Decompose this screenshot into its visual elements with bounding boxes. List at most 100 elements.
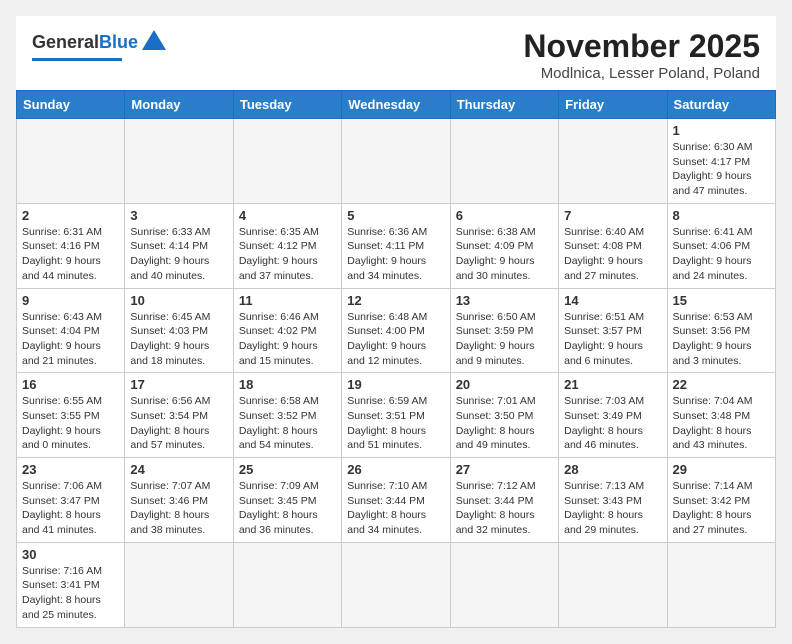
day-info: Sunrise: 6:55 AM Sunset: 3:55 PM Dayligh… bbox=[22, 394, 119, 453]
day-info: Sunrise: 7:07 AM Sunset: 3:46 PM Dayligh… bbox=[130, 479, 227, 538]
calendar-cell: 8Sunrise: 6:41 AM Sunset: 4:06 PM Daylig… bbox=[667, 203, 775, 288]
day-number: 15 bbox=[673, 293, 770, 308]
day-number: 2 bbox=[22, 208, 119, 223]
day-header-monday: Monday bbox=[125, 91, 233, 119]
calendar-cell: 22 Sunrise: 7:04 AM Sunset: 3:48 PM Dayli… bbox=[667, 373, 775, 458]
day-info: Sunrise: 6:38 AM Sunset: 4:09 PM Dayligh… bbox=[456, 225, 553, 284]
day-number: 27 bbox=[456, 462, 553, 477]
calendar-cell bbox=[559, 542, 667, 627]
day-info: Sunrise: 6:46 AM Sunset: 4:02 PM Dayligh… bbox=[239, 310, 336, 369]
calendar-cell: 11Sunrise: 6:46 AM Sunset: 4:02 PM Dayli… bbox=[233, 288, 341, 373]
calendar-cell: 24Sunrise: 7:07 AM Sunset: 3:46 PM Dayli… bbox=[125, 458, 233, 543]
day-number: 19 bbox=[347, 377, 444, 392]
calendar-cell bbox=[17, 119, 125, 204]
calendar-cell bbox=[125, 119, 233, 204]
day-info: Sunrise: 7:14 AM Sunset: 3:42 PM Dayligh… bbox=[673, 479, 770, 538]
day-number: 5 bbox=[347, 208, 444, 223]
day-info: Sunrise: 7:06 AM Sunset: 3:47 PM Dayligh… bbox=[22, 479, 119, 538]
calendar-cell: 3Sunrise: 6:33 AM Sunset: 4:14 PM Daylig… bbox=[125, 203, 233, 288]
calendar-cell: 18 Sunrise: 6:58 AM Sunset: 3:52 PM Dayli… bbox=[233, 373, 341, 458]
calendar-cell: 7Sunrise: 6:40 AM Sunset: 4:08 PM Daylig… bbox=[559, 203, 667, 288]
calendar-cell bbox=[450, 542, 558, 627]
calendar-cell bbox=[342, 542, 450, 627]
calendar-cell bbox=[450, 119, 558, 204]
day-info: Sunrise: 6:58 AM Sunset: 3:52 PM Dayligh… bbox=[239, 394, 336, 453]
calendar-cell: 25 Sunrise: 7:09 AM Sunset: 3:45 PM Dayli… bbox=[233, 458, 341, 543]
calendar-cell bbox=[342, 119, 450, 204]
calendar-cell: 6 Sunrise: 6:38 AM Sunset: 4:09 PM Daylig… bbox=[450, 203, 558, 288]
day-header-wednesday: Wednesday bbox=[342, 91, 450, 119]
calendar-cell: 16Sunrise: 6:55 AM Sunset: 3:55 PM Dayli… bbox=[17, 373, 125, 458]
calendar-page: GeneralBlue November 2025 Modlnica, Less… bbox=[16, 16, 776, 628]
day-number: 4 bbox=[239, 208, 336, 223]
day-header-sunday: Sunday bbox=[17, 91, 125, 119]
day-number: 6 bbox=[456, 208, 553, 223]
calendar-cell: 4 Sunrise: 6:35 AM Sunset: 4:12 PM Daylig… bbox=[233, 203, 341, 288]
day-info: Sunrise: 6:51 AM Sunset: 3:57 PM Dayligh… bbox=[564, 310, 661, 369]
day-number: 12 bbox=[347, 293, 444, 308]
title-block: November 2025 Modlnica, Lesser Poland, P… bbox=[523, 28, 760, 82]
day-info: Sunrise: 6:40 AM Sunset: 4:08 PM Dayligh… bbox=[564, 225, 661, 284]
day-info: Sunrise: 6:50 AM Sunset: 3:59 PM Dayligh… bbox=[456, 310, 553, 369]
day-number: 22 bbox=[673, 377, 770, 392]
calendar-cell bbox=[233, 542, 341, 627]
logo-text: GeneralBlue bbox=[32, 33, 138, 51]
day-info: Sunrise: 7:13 AM Sunset: 3:43 PM Dayligh… bbox=[564, 479, 661, 538]
day-info: Sunrise: 6:45 AM Sunset: 4:03 PM Dayligh… bbox=[130, 310, 227, 369]
day-number: 29 bbox=[673, 462, 770, 477]
month-year: November 2025 bbox=[523, 28, 760, 65]
day-number: 18 bbox=[239, 377, 336, 392]
header: GeneralBlue November 2025 Modlnica, Less… bbox=[16, 16, 776, 90]
day-header-thursday: Thursday bbox=[450, 91, 558, 119]
calendar-cell: 1 Sunrise: 6:30 AM Sunset: 4:17 PM Daylig… bbox=[667, 119, 775, 204]
calendar-cell: 5 Sunrise: 6:36 AM Sunset: 4:11 PM Daylig… bbox=[342, 203, 450, 288]
day-info: Sunrise: 7:04 AM Sunset: 3:48 PM Dayligh… bbox=[673, 394, 770, 453]
day-number: 9 bbox=[22, 293, 119, 308]
week-row-1: 1 Sunrise: 6:30 AM Sunset: 4:17 PM Daylig… bbox=[17, 119, 776, 204]
calendar-cell bbox=[125, 542, 233, 627]
day-number: 1 bbox=[673, 123, 770, 138]
day-info: Sunrise: 6:30 AM Sunset: 4:17 PM Dayligh… bbox=[673, 140, 770, 199]
day-header-friday: Friday bbox=[559, 91, 667, 119]
header-row: SundayMondayTuesdayWednesdayThursdayFrid… bbox=[17, 91, 776, 119]
calendar-cell: 26Sunrise: 7:10 AM Sunset: 3:44 PM Dayli… bbox=[342, 458, 450, 543]
day-info: Sunrise: 6:43 AM Sunset: 4:04 PM Dayligh… bbox=[22, 310, 119, 369]
day-number: 26 bbox=[347, 462, 444, 477]
calendar-cell bbox=[233, 119, 341, 204]
calendar-cell: 28Sunrise: 7:13 AM Sunset: 3:43 PM Dayli… bbox=[559, 458, 667, 543]
day-info: Sunrise: 7:12 AM Sunset: 3:44 PM Dayligh… bbox=[456, 479, 553, 538]
day-number: 21 bbox=[564, 377, 661, 392]
logo: GeneralBlue bbox=[32, 28, 168, 61]
calendar-cell: 17Sunrise: 6:56 AM Sunset: 3:54 PM Dayli… bbox=[125, 373, 233, 458]
day-number: 23 bbox=[22, 462, 119, 477]
calendar-cell: 19Sunrise: 6:59 AM Sunset: 3:51 PM Dayli… bbox=[342, 373, 450, 458]
day-info: Sunrise: 6:31 AM Sunset: 4:16 PM Dayligh… bbox=[22, 225, 119, 284]
week-row-3: 9 Sunrise: 6:43 AM Sunset: 4:04 PM Daylig… bbox=[17, 288, 776, 373]
calendar-cell: 29 Sunrise: 7:14 AM Sunset: 3:42 PM Dayli… bbox=[667, 458, 775, 543]
day-info: Sunrise: 6:35 AM Sunset: 4:12 PM Dayligh… bbox=[239, 225, 336, 284]
logo-underline bbox=[32, 58, 122, 61]
week-row-6: 30Sunrise: 7:16 AM Sunset: 3:41 PM Dayli… bbox=[17, 542, 776, 627]
calendar-cell: 21 Sunrise: 7:03 AM Sunset: 3:49 PM Dayli… bbox=[559, 373, 667, 458]
calendar-cell bbox=[667, 542, 775, 627]
calendar-cell: 27 Sunrise: 7:12 AM Sunset: 3:44 PM Dayli… bbox=[450, 458, 558, 543]
day-info: Sunrise: 7:09 AM Sunset: 3:45 PM Dayligh… bbox=[239, 479, 336, 538]
day-header-saturday: Saturday bbox=[667, 91, 775, 119]
day-number: 3 bbox=[130, 208, 227, 223]
day-number: 10 bbox=[130, 293, 227, 308]
week-row-2: 2 Sunrise: 6:31 AM Sunset: 4:16 PM Daylig… bbox=[17, 203, 776, 288]
calendar-table: SundayMondayTuesdayWednesdayThursdayFrid… bbox=[16, 90, 776, 628]
calendar-cell: 15Sunrise: 6:53 AM Sunset: 3:56 PM Dayli… bbox=[667, 288, 775, 373]
location: Modlnica, Lesser Poland, Poland bbox=[523, 65, 760, 82]
day-info: Sunrise: 6:36 AM Sunset: 4:11 PM Dayligh… bbox=[347, 225, 444, 284]
day-info: Sunrise: 6:56 AM Sunset: 3:54 PM Dayligh… bbox=[130, 394, 227, 453]
day-number: 25 bbox=[239, 462, 336, 477]
day-info: Sunrise: 7:16 AM Sunset: 3:41 PM Dayligh… bbox=[22, 564, 119, 623]
day-number: 13 bbox=[456, 293, 553, 308]
calendar-cell: 9 Sunrise: 6:43 AM Sunset: 4:04 PM Daylig… bbox=[17, 288, 125, 373]
day-number: 14 bbox=[564, 293, 661, 308]
logo-icon bbox=[140, 28, 168, 56]
day-info: Sunrise: 6:41 AM Sunset: 4:06 PM Dayligh… bbox=[673, 225, 770, 284]
day-info: Sunrise: 7:03 AM Sunset: 3:49 PM Dayligh… bbox=[564, 394, 661, 453]
day-number: 20 bbox=[456, 377, 553, 392]
